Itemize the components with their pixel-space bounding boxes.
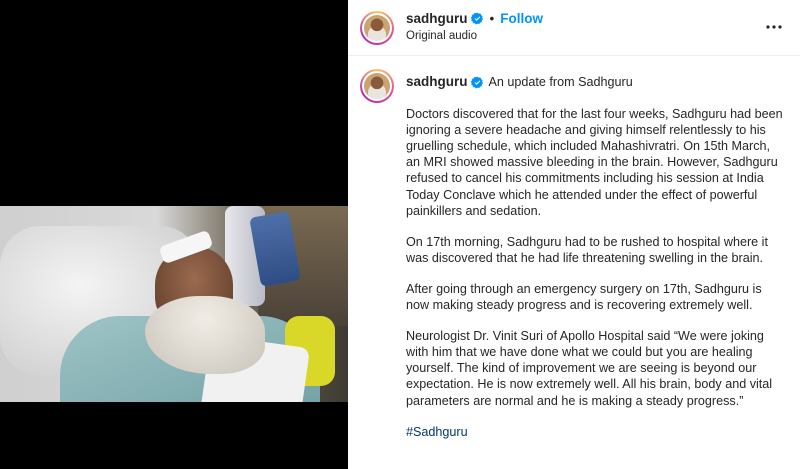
caption-paragraph: After going through an emergency surgery… xyxy=(406,281,762,313)
caption-paragraph: On 17th morning, Sadhguru had to be rush… xyxy=(406,234,768,265)
caption-paragraph: Doctors discovered that for the last fou… xyxy=(406,107,783,218)
verified-badge-icon xyxy=(470,12,483,25)
audio-label[interactable]: Original audio xyxy=(406,30,477,42)
verified-badge-icon xyxy=(470,76,483,89)
post-photo xyxy=(0,206,348,402)
caption-header: sadhguru An update from Sadhguru xyxy=(406,74,784,90)
header-user-row: sadhguru • Follow xyxy=(406,11,543,26)
post-header: sadhguru • Follow Original audio xyxy=(348,0,800,56)
post-media[interactable] xyxy=(0,0,348,469)
post-details-panel: sadhguru • Follow Original audio sadhgur… xyxy=(348,0,800,469)
caption-paragraph: Neurologist Dr. Vinit Suri of Apollo Hos… xyxy=(406,329,773,408)
more-options-icon[interactable] xyxy=(764,17,784,37)
separator-dot: • xyxy=(489,11,495,26)
username-link[interactable]: sadhguru xyxy=(406,11,468,26)
avatar[interactable] xyxy=(360,11,394,45)
caption-title: An update from Sadhguru xyxy=(488,75,633,89)
ellipsis-icon xyxy=(766,25,782,29)
follow-button[interactable]: Follow xyxy=(500,11,543,26)
hashtag-link[interactable]: #Sadhguru xyxy=(406,424,784,440)
instagram-post: sadhguru • Follow Original audio sadhgur… xyxy=(0,0,800,469)
caption-avatar[interactable] xyxy=(360,69,394,103)
caption-username-link[interactable]: sadhguru xyxy=(406,74,468,90)
post-caption: sadhguru An update from Sadhguru Doctors… xyxy=(406,74,784,440)
